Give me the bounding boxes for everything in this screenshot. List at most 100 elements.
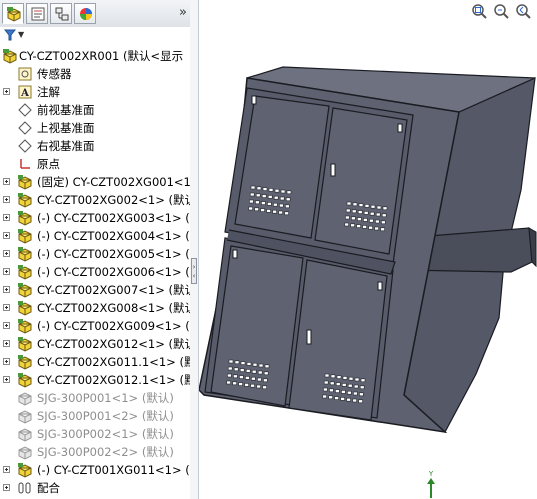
vent-slot bbox=[334, 396, 339, 400]
vent-slot bbox=[233, 374, 238, 379]
part-icon bbox=[18, 229, 32, 244]
tree-item[interactable]: 配合 bbox=[0, 479, 190, 497]
expand-icon[interactable] bbox=[3, 268, 10, 275]
vent-slot bbox=[351, 209, 357, 214]
suppressed-part-icon bbox=[18, 410, 32, 424]
expand-icon[interactable] bbox=[3, 232, 10, 239]
annotation-icon: A bbox=[18, 85, 32, 99]
expand-icon[interactable] bbox=[3, 358, 10, 365]
tree-item[interactable]: (-) CY-CZT002XG009<1> ( bbox=[0, 317, 190, 335]
plane-icon bbox=[18, 121, 32, 135]
tree-item[interactable]: (-) CY-CZT002XG003<1> ( bbox=[0, 209, 190, 227]
collapse-panel-button[interactable]: » bbox=[179, 5, 187, 20]
filter-bar: ▼ bbox=[0, 27, 190, 45]
expand-icon[interactable] bbox=[3, 286, 10, 293]
vent-slot bbox=[324, 373, 330, 378]
vent-slot bbox=[252, 362, 258, 367]
part-icon bbox=[18, 301, 32, 316]
tree-item-label: SJG-300P001<2> (默认) bbox=[37, 409, 174, 423]
tree-item[interactable]: A 注解 bbox=[0, 83, 190, 101]
vent-slot bbox=[245, 369, 251, 373]
tree-item[interactable]: CY-CZT002XG008<1> (默认 bbox=[0, 299, 190, 317]
tree-item[interactable]: CY-CZT002XG012<1> (默认 bbox=[0, 335, 190, 353]
tree-item-label: CY-CZT002XG012.1<1> (默 bbox=[37, 373, 191, 387]
tree-item[interactable]: (-) CY-CZT002XG005<1> ( bbox=[0, 245, 190, 263]
sensor-icon bbox=[18, 67, 32, 81]
expand-icon[interactable] bbox=[3, 88, 10, 95]
tree-item[interactable]: 右视基准面 bbox=[0, 137, 190, 155]
vent-slot bbox=[250, 383, 255, 388]
tree-item[interactable]: SJG-300P002<2> (默认) bbox=[0, 443, 190, 461]
feature-manager-tab[interactable] bbox=[2, 3, 24, 24]
suppressed-part-icon bbox=[18, 392, 32, 406]
vent-slot bbox=[280, 189, 286, 194]
vent-slot bbox=[340, 397, 345, 401]
tree-item-label: SJG-300P002<1> (默认) bbox=[37, 427, 174, 441]
filter-dropdown-arrow[interactable]: ▼ bbox=[18, 30, 24, 39]
tree-item[interactable]: SJG-300P002<1> (默认) bbox=[0, 425, 190, 443]
filter-icon[interactable] bbox=[4, 29, 16, 41]
vent-slot bbox=[369, 218, 374, 223]
property-manager-icon bbox=[31, 7, 45, 21]
vent-slot bbox=[357, 210, 363, 214]
vent-slot bbox=[346, 397, 351, 402]
tree-item[interactable]: CY-CZT002XG012.1<1> (默 bbox=[0, 371, 190, 389]
vent-slot bbox=[359, 392, 364, 397]
vent-slot bbox=[354, 377, 360, 382]
graphics-area[interactable]: Y bbox=[199, 0, 537, 499]
tree-item[interactable]: 前视基准面 bbox=[0, 101, 190, 119]
vent-slot bbox=[260, 208, 265, 212]
vent-slot bbox=[255, 193, 261, 198]
tree-item[interactable]: (-) CY-CZT002XG004<1> ( bbox=[0, 227, 190, 245]
tree-item[interactable]: 传感器 bbox=[0, 65, 190, 83]
vent-slot bbox=[272, 209, 277, 214]
expand-icon[interactable] bbox=[3, 376, 10, 383]
splitter-grip-icon[interactable]: › ‹ bbox=[191, 258, 197, 284]
vent-slot bbox=[348, 376, 354, 381]
tree-item[interactable]: (固定) CY-CZT002XG001<1 bbox=[0, 173, 190, 191]
tree-item[interactable]: 原点 bbox=[0, 155, 190, 173]
tree-item[interactable]: CY-CZT002XG002<1> (默认 bbox=[0, 191, 190, 209]
vent-slot bbox=[358, 399, 363, 404]
vent-slot bbox=[240, 361, 246, 365]
cabinet-3d-model[interactable] bbox=[199, 0, 537, 499]
vent-slot bbox=[250, 185, 256, 190]
vent-slot bbox=[353, 384, 359, 389]
vent-slot bbox=[323, 380, 329, 385]
tree-item[interactable]: SJG-300P001<1> (默认) bbox=[0, 389, 190, 407]
vent-slot bbox=[258, 363, 264, 368]
vent-slot bbox=[329, 381, 335, 386]
display-manager-tab[interactable] bbox=[74, 3, 96, 24]
expand-icon[interactable] bbox=[3, 304, 10, 311]
tree-root-assembly[interactable]: CY-CZT002XR001 (默认<显示 bbox=[0, 47, 190, 65]
vent-slot bbox=[342, 376, 348, 380]
vent-slot bbox=[352, 202, 358, 207]
tree-item[interactable]: CY-CZT002XG007<1> (默认 bbox=[0, 281, 190, 299]
vent-slot bbox=[358, 203, 364, 207]
expand-icon[interactable] bbox=[3, 196, 10, 203]
expand-icon[interactable] bbox=[3, 340, 10, 347]
triad-y-label: Y bbox=[428, 470, 434, 478]
panel-splitter[interactable] bbox=[190, 0, 199, 499]
assembly-icon bbox=[3, 49, 17, 64]
vent-slot bbox=[362, 225, 367, 229]
expand-icon[interactable] bbox=[3, 322, 10, 329]
vent-slot bbox=[262, 385, 267, 390]
expand-icon[interactable] bbox=[3, 466, 10, 473]
vent-slot bbox=[357, 217, 362, 221]
tree-item[interactable]: SJG-300P001<2> (默认) bbox=[0, 407, 190, 425]
property-manager-tab[interactable] bbox=[26, 3, 48, 24]
vent-slot bbox=[353, 391, 358, 396]
expand-icon[interactable] bbox=[3, 250, 10, 257]
vent-slot bbox=[374, 226, 379, 231]
tree-item[interactable]: CY-CZT002XG011.1<1> (默 bbox=[0, 353, 190, 371]
tree-item[interactable]: (-) CY-CZT002XG006<1> ( bbox=[0, 263, 190, 281]
expand-icon[interactable] bbox=[3, 178, 10, 185]
part-icon bbox=[18, 319, 32, 334]
tree-item[interactable]: (-) CY-CZT001XG011<1> ( bbox=[0, 461, 190, 479]
expand-icon[interactable] bbox=[3, 484, 10, 491]
tree-item[interactable]: 上视基准面 bbox=[0, 119, 190, 137]
mates-icon bbox=[18, 482, 31, 494]
expand-icon[interactable] bbox=[3, 214, 10, 221]
configuration-manager-tab[interactable] bbox=[50, 3, 72, 24]
